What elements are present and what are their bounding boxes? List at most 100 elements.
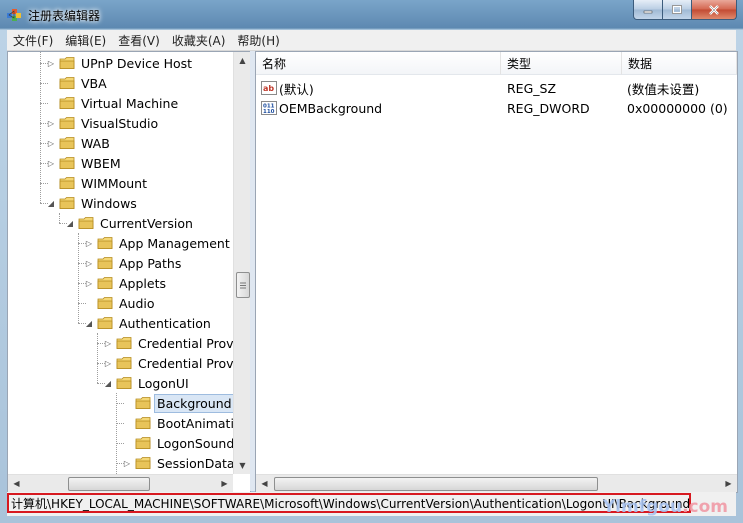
scroll-right-icon[interactable]: ▶: [720, 475, 737, 492]
svg-text:110: 110: [263, 109, 275, 115]
value-type: REG_DWORD: [507, 100, 590, 116]
scroll-left-icon[interactable]: ◀: [8, 475, 25, 492]
tree-item[interactable]: Virtual Machine: [46, 93, 180, 113]
tree-connector: [116, 393, 117, 474]
values-hscroll-thumb[interactable]: [274, 477, 598, 491]
tree-item[interactable]: ▷ Credential Provi: [103, 333, 233, 353]
watermark-suffix: .com: [682, 497, 728, 517]
tree-connector: [97, 363, 105, 364]
scroll-down-icon[interactable]: ▼: [234, 457, 250, 474]
folder-icon: [135, 417, 151, 429]
scroll-up-icon[interactable]: ▲: [234, 52, 250, 69]
tree-item[interactable]: ▷ Applets: [84, 273, 168, 293]
tree-item[interactable]: Audio: [84, 293, 157, 313]
caption-buttons: [633, 0, 737, 20]
tree-item[interactable]: LogonSound: [122, 433, 233, 453]
folder-icon: [116, 337, 132, 349]
tree-item[interactable]: BootAnimatio: [122, 413, 233, 433]
tree-item[interactable]: ▷ WAB: [46, 133, 112, 153]
tree-view[interactable]: ▷ UPnP Device Host VBA Virtual Machine ▷ Visu…: [8, 52, 233, 474]
tree-item[interactable]: ▷ UPnP Device Host: [46, 53, 194, 73]
tree-item-label: WAB: [81, 135, 110, 151]
status-bar: 计算机\HKEY_LOCAL_MACHINE\SOFTWARE\Microsof…: [7, 492, 736, 517]
title-bar[interactable]: 注册表编辑器: [0, 0, 743, 30]
tree-item[interactable]: VBA: [46, 73, 109, 93]
folder-icon: [135, 437, 151, 449]
tree-connector: [59, 213, 60, 223]
value-type: REG_SZ: [507, 80, 557, 96]
tree-item-label: App Management: [119, 235, 230, 251]
menu-view[interactable]: 查看(V): [112, 32, 166, 49]
tree-item-label: Credential Provi: [138, 355, 233, 371]
folder-icon: [135, 457, 151, 469]
tree-item[interactable]: Background: [122, 393, 233, 413]
folder-icon: [59, 157, 75, 169]
value-row[interactable]: 011 110 OEMBackground REG_DWORD 0x000000…: [256, 98, 737, 118]
tree-item-label: App Paths: [119, 255, 182, 271]
tree-connector: [40, 83, 48, 84]
regedit-app-icon: [7, 9, 21, 21]
menu-favorites[interactable]: 收藏夹(A): [166, 32, 232, 49]
column-header-data[interactable]: 数据: [622, 52, 737, 75]
tree-connector: [40, 123, 48, 124]
folder-icon: [59, 137, 75, 149]
value-row[interactable]: ab (默认) REG_SZ (数值未设置): [256, 78, 737, 98]
value-data: 0x00000000 (0): [627, 100, 728, 116]
values-horizontal-scrollbar[interactable]: ◀ ▶: [256, 474, 737, 492]
tree-connector: [78, 233, 79, 323]
tree-item-label: BootAnimatio: [157, 415, 233, 431]
tree-vertical-scrollbar[interactable]: ▲ ▼: [233, 52, 250, 474]
tree-item[interactable]: ▷ WBEM: [46, 153, 123, 173]
tree-item-label: LogonUI: [138, 375, 189, 391]
tree-horizontal-scrollbar[interactable]: ◀ ▶: [8, 474, 233, 492]
tree-connector: [40, 143, 48, 144]
tree-item-label: Virtual Machine: [81, 95, 179, 111]
tree-item[interactable]: ◢ Authentication: [84, 313, 213, 333]
tree-item[interactable]: ◢ CurrentVersion: [65, 213, 195, 233]
column-header-type[interactable]: 类型: [501, 52, 622, 75]
grip-icon: [240, 282, 246, 288]
tree-item-label: UPnP Device Host: [81, 55, 193, 71]
tree-item[interactable]: ◢ Windows: [46, 193, 139, 213]
tree-connector: [116, 463, 124, 464]
tree-item[interactable]: ▷ App Management: [84, 233, 232, 253]
tree-connector: [78, 263, 86, 264]
watermark-logo: Ylmfgou.com: [603, 497, 728, 517]
menu-edit[interactable]: 编辑(E): [59, 32, 112, 49]
tree-item[interactable]: ▷ Credential Provi: [103, 353, 233, 373]
tree-connector: [97, 333, 98, 383]
column-header-name[interactable]: 名称: [256, 52, 501, 75]
svg-text:ab: ab: [263, 84, 274, 93]
maximize-icon: [672, 5, 682, 14]
tree-item-label: LogonSound: [157, 435, 233, 451]
tree-item[interactable]: WIMMount: [46, 173, 149, 193]
tree-item[interactable]: ▷ VisualStudio: [46, 113, 160, 133]
registry-tree-panel[interactable]: ▷ UPnP Device Host VBA Virtual Machine ▷ Visu…: [7, 51, 251, 493]
tree-connector: [78, 323, 86, 324]
scroll-left-icon[interactable]: ◀: [256, 475, 273, 492]
tree-item[interactable]: ▷ App Paths: [84, 253, 183, 273]
tree-item-label: VisualStudio: [81, 115, 159, 131]
menu-file[interactable]: 文件(F): [7, 32, 59, 49]
tree-item[interactable]: ◢ LogonUI: [103, 373, 191, 393]
registry-values-panel[interactable]: 名称 类型 数据 ab (默认) REG_SZ (数值未设置) 011 110: [255, 51, 738, 493]
tree-connector: [116, 403, 124, 404]
tree-item-label: WBEM: [81, 155, 121, 171]
folder-icon: [97, 257, 113, 269]
value-name-cell: 011 110 OEMBackground: [261, 98, 382, 118]
scroll-right-icon[interactable]: ▶: [216, 475, 233, 492]
menu-bar: 文件(F) 编辑(E) 查看(V) 收藏夹(A) 帮助(H): [7, 30, 736, 51]
maximize-button[interactable]: [662, 0, 692, 20]
menu-help[interactable]: 帮助(H): [231, 32, 285, 49]
tree-connector: [40, 203, 48, 204]
minimize-button[interactable]: [633, 0, 663, 20]
tree-hscroll-thumb[interactable]: [68, 477, 150, 491]
folder-icon: [97, 317, 113, 329]
registry-editor-window: 注册表编辑器 文件(F) 编辑(E) 查看(V) 收藏夹(A) 帮助(H) ▷ U…: [0, 0, 743, 523]
tree-vscroll-thumb[interactable]: [236, 272, 250, 298]
tree-item[interactable]: ▷ SessionData: [122, 453, 233, 473]
folder-icon: [116, 357, 132, 369]
close-button[interactable]: [691, 0, 737, 20]
tree-connector: [40, 63, 48, 64]
value-name-cell: ab (默认): [261, 78, 314, 98]
